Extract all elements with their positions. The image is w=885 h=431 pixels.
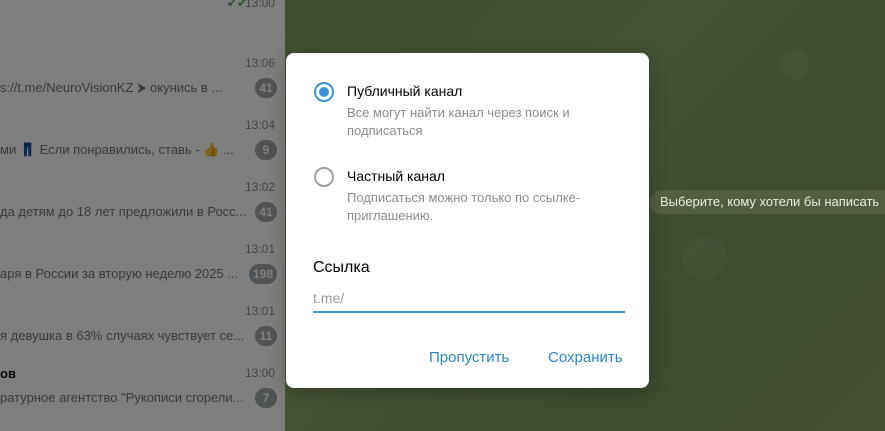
- chat-row[interactable]: ✔✔ 13:00: [0, 0, 285, 38]
- chat-preview: ми 👖 Если понравились, ставь - 👍 ...: [0, 142, 234, 157]
- chat-name: ов: [0, 366, 16, 381]
- unread-badge: 7: [255, 388, 277, 408]
- chat-time: 13:01: [244, 304, 275, 318]
- save-button[interactable]: Сохранить: [548, 349, 623, 366]
- option-private-channel[interactable]: Частный канал Подписаться можно только п…: [314, 167, 624, 227]
- chat-time: 13:04: [244, 118, 275, 132]
- chat-preview: да детям до 18 лет предложили в Росс...: [0, 204, 246, 219]
- skip-button[interactable]: Пропустить: [429, 349, 509, 366]
- channel-type-dialog: Публичный канал Все могут найти канал че…: [286, 53, 649, 388]
- chat-preview: я девушка в 63% случаях чувствует се...: [0, 328, 245, 343]
- chat-time: 13:00: [244, 0, 275, 10]
- unread-badge: 198: [248, 264, 277, 284]
- select-chat-hint: Выберите, кому хотели бы написать: [650, 190, 885, 214]
- option-description: Подписаться можно только по ссылке-пригл…: [347, 190, 581, 223]
- chat-time: 13:02: [244, 180, 275, 194]
- chat-list: ✔✔ 13:00 13:06 s://t.me/NeuroVisionKZ ⮞ …: [0, 0, 285, 431]
- chat-time: 13:06: [244, 56, 275, 70]
- chat-time: 13:00: [244, 366, 275, 380]
- radio-public-channel[interactable]: [314, 82, 334, 102]
- chat-row[interactable]: 13:02 да детям до 18 лет предложили в Ро…: [0, 176, 285, 238]
- chat-preview: аря в России за вторую неделю 2025 ...: [0, 266, 239, 281]
- chat-preview: s://t.me/NeuroVisionKZ ⮞ окунись в ...: [0, 80, 223, 95]
- chat-preview: ратурное агентство "Рукописи сгорели...: [0, 390, 244, 405]
- unread-badge: 11: [255, 326, 277, 346]
- link-label: Ссылка: [313, 259, 370, 276]
- radio-private-channel[interactable]: [314, 167, 334, 187]
- link-input[interactable]: [313, 285, 625, 313]
- double-check-icon: ✔✔: [226, 0, 247, 10]
- chat-row[interactable]: 13:01 я девушка в 63% случаях чувствует …: [0, 300, 285, 362]
- unread-badge: 9: [255, 140, 277, 160]
- chat-time: 13:01: [244, 242, 275, 256]
- option-title: Публичный канал: [347, 83, 463, 99]
- unread-badge: 41: [255, 78, 277, 98]
- chat-row[interactable]: 13:01 аря в России за вторую неделю 2025…: [0, 238, 285, 300]
- option-description: Все могут найти канал через поиск и подп…: [347, 105, 570, 138]
- unread-badge: 41: [255, 202, 277, 222]
- chat-row[interactable]: 13:06 s://t.me/NeuroVisionKZ ⮞ окунись в…: [0, 52, 285, 114]
- chat-row[interactable]: 13:04 ми 👖 Если понравились, ставь - 👍 .…: [0, 114, 285, 176]
- option-title: Частный канал: [347, 168, 445, 184]
- option-public-channel[interactable]: Публичный канал Все могут найти канал че…: [314, 82, 624, 142]
- chat-row[interactable]: ов 13:00 ратурное агентство "Рукописи сг…: [0, 362, 285, 424]
